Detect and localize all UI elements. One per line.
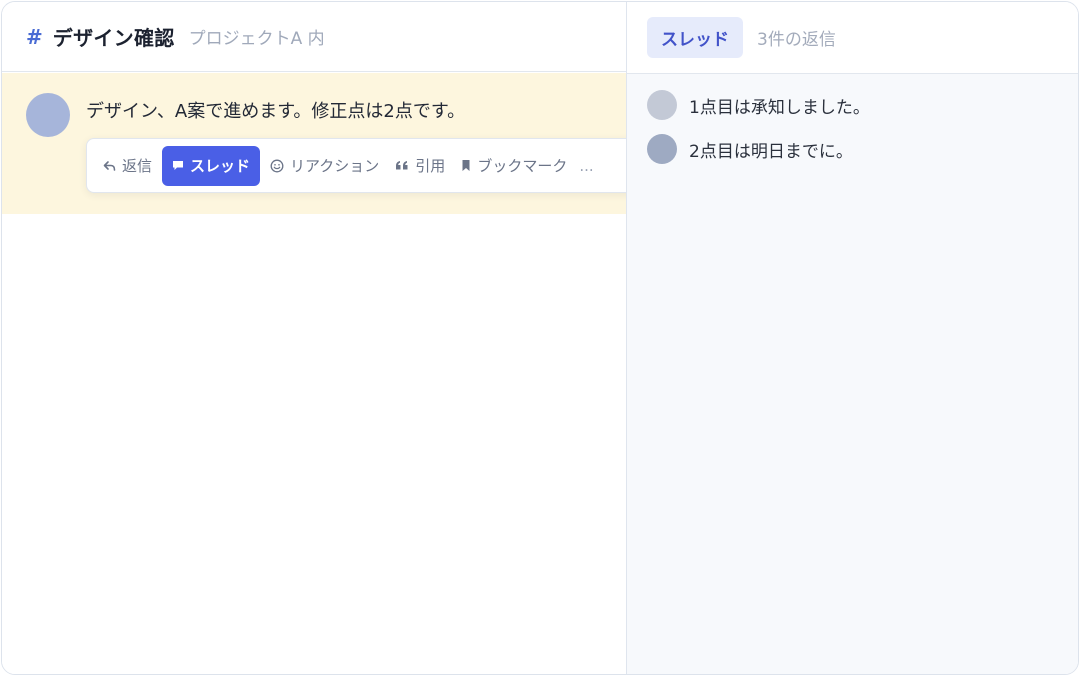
bookmark-label: ブックマーク — [477, 157, 568, 175]
message-text: デザイン、A案で進めます。修正点は2点です。 — [86, 101, 466, 122]
channel-hash-icon: # — [26, 24, 43, 49]
message-row[interactable]: デザイン、A案で進めます。修正点は2点です。 返信 スレッド リアクション 引用… — [2, 73, 646, 214]
reply-arrow-icon — [103, 160, 116, 172]
bookmark-button[interactable]: ブックマーク — [453, 146, 575, 186]
quote-label: 引用 — [415, 157, 446, 175]
thread-pane: スレッド 3件の返信 1点目は承知しました。 2点目は明日までに。 — [626, 2, 1078, 674]
thread-label: スレッド — [190, 157, 251, 175]
thread-reply[interactable]: 1点目は承知しました。 — [647, 90, 870, 120]
channel-name[interactable]: デザイン確認 — [53, 22, 175, 51]
thread-header: スレッド 3件の返信 — [627, 2, 1078, 74]
avatar[interactable] — [26, 93, 70, 137]
thread-reply[interactable]: 2点目は明日までに。 — [647, 134, 853, 164]
more-actions-button[interactable]: ... — [575, 146, 601, 186]
reply-count: 3件の返信 — [757, 30, 836, 50]
channel-scope: プロジェクトA 内 — [188, 29, 325, 49]
quote-button[interactable]: 引用 — [387, 146, 453, 186]
reply-label: 返信 — [122, 157, 153, 175]
reply-text: 2点目は明日までに。 — [689, 141, 853, 162]
channel-header: # デザイン確認 プロジェクトA 内 — [2, 2, 626, 72]
bookmark-icon — [461, 159, 471, 172]
app-window: # デザイン確認 プロジェクトA 内 デザイン、A案で進めます。修正点は2点です… — [1, 1, 1079, 675]
reply-text: 1点目は承知しました。 — [689, 97, 870, 118]
avatar[interactable] — [647, 90, 677, 120]
thread-button[interactable]: スレッド — [162, 145, 261, 186]
reaction-label: リアクション — [290, 157, 380, 175]
message-action-toolbar: 返信 スレッド リアクション 引用 ブックマーク ... — [86, 138, 646, 193]
reaction-button[interactable]: リアクション — [262, 146, 387, 186]
avatar[interactable] — [647, 134, 677, 164]
quote-icon — [395, 160, 409, 171]
reply-button[interactable]: 返信 — [95, 146, 160, 186]
tab-thread[interactable]: スレッド — [647, 17, 743, 58]
smiley-icon — [270, 159, 284, 173]
thread-icon — [172, 160, 184, 171]
channel-pane: # デザイン確認 プロジェクトA 内 デザイン、A案で進めます。修正点は2点です… — [2, 2, 646, 674]
